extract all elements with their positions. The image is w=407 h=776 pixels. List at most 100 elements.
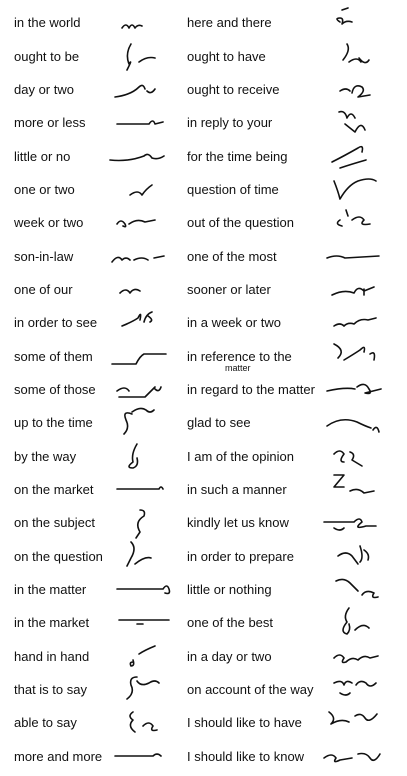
phrase-text: week or two: [14, 215, 84, 230]
phrase-row: out of the question: [187, 206, 407, 239]
phrase-row: on the question: [0, 540, 200, 573]
phrase-text: one or two: [14, 182, 75, 197]
phrase-row: ought to receive: [187, 73, 407, 106]
outline-up-to-the-time: [123, 407, 155, 435]
phrase-text: ought to receive: [187, 82, 280, 97]
outline-able-to-say: [129, 711, 158, 733]
phrase-row: some of those: [0, 373, 200, 406]
phrase-label: little or no: [14, 149, 70, 164]
phrase-text: on the market: [14, 482, 94, 497]
outline-in-reply-to-your: [338, 110, 366, 133]
phrase-label: son-in-law: [14, 249, 73, 264]
outline-i-am-of-the-opinion: [333, 450, 363, 467]
outline-day-or-two: [114, 84, 156, 98]
phrase-row: on account of the way: [187, 673, 407, 706]
phrase-label: for the time being: [187, 149, 287, 164]
phrase-label: I should like to know: [187, 749, 304, 764]
phrase-row: in the matter: [0, 573, 200, 606]
phrase-row: in order to prepare: [187, 540, 407, 573]
outline-that-is-to-say: [126, 676, 160, 700]
phrase-label: here and there: [187, 15, 272, 30]
phrase-row: in regard to the matter: [187, 373, 407, 406]
phrase-text: I am of the opinion: [187, 449, 294, 464]
phrase-text: I should like to know: [187, 749, 305, 764]
phrase-text: in order to see: [14, 315, 98, 330]
phrase-row: ought to be: [0, 40, 200, 73]
phrase-label: one of our: [14, 282, 73, 297]
phrase-text: in regard to the matter: [187, 382, 315, 397]
outline-week-or-two: [116, 219, 156, 228]
outline-for-the-time-being: [331, 145, 367, 169]
phrase-label: in order to see: [14, 315, 97, 330]
phrase-text: in a week or two: [187, 315, 281, 330]
phrase-row: one of the best: [187, 606, 407, 639]
phrase-row: son-in-law: [0, 240, 200, 273]
phrase-text: kindly let us know: [187, 515, 289, 530]
phrase-text: able to say: [14, 715, 77, 730]
phrase-label: glad to see: [187, 415, 251, 430]
phrase-text: glad to see: [187, 415, 251, 430]
phrase-label: question of time: [187, 182, 279, 197]
outline-in-such-a-manner: [333, 474, 375, 494]
phrase-text: some of those: [14, 382, 96, 397]
phrase-label: in the market: [14, 615, 89, 630]
outline-ought-to-be: [126, 43, 156, 71]
phrase-row: in such a manner: [187, 473, 407, 506]
outline-on-the-question: [126, 541, 152, 567]
phrase-label: ought to be: [14, 49, 79, 64]
phrase-row: kindly let us know: [187, 506, 407, 539]
phrase-row: in a week or two: [187, 306, 407, 339]
phrase-text: here and there: [187, 15, 272, 30]
phrase-label: hand in hand: [14, 649, 89, 664]
outline-ought-to-have: [342, 43, 370, 64]
phrase-text: day or two: [14, 82, 74, 97]
phrase-row: that is to say: [0, 673, 200, 706]
phrase-label: on the market: [14, 482, 94, 497]
phrase-row: little or no: [0, 140, 200, 173]
phrase-label: ought to receive: [187, 82, 280, 97]
outline-some-of-those: [116, 386, 162, 398]
phrase-text: hand in hand: [14, 649, 90, 664]
phrase-text: in reply to your: [187, 115, 273, 130]
outline-in-order-to-see: [121, 311, 153, 327]
phrase-label: I should like to have: [187, 715, 302, 730]
outline-in-reference-to-the-matter: [333, 343, 376, 361]
outline-more-and-more: [114, 753, 162, 757]
phrase-label: day or two: [14, 82, 74, 97]
outline-on-the-subject: [135, 509, 146, 539]
outline-here-and-there: [336, 7, 353, 25]
phrase-row: here and there: [187, 6, 407, 39]
phrase-label: on the subject: [14, 515, 95, 530]
phrase-label: one or two: [14, 182, 75, 197]
phrase-row: in the market: [0, 606, 200, 639]
phrase-label: sooner or later: [187, 282, 271, 297]
phrase-row: more or less: [0, 106, 200, 139]
phrase-text: one of the most: [187, 249, 277, 264]
phrase-text: little or nothing: [187, 582, 272, 597]
phrase-row: I should like to have: [187, 706, 407, 739]
outline-ought-to-receive: [339, 85, 371, 98]
phrase-label: kindly let us know: [187, 515, 289, 530]
phrase-row: hand in hand: [0, 640, 200, 673]
phrase-row: some of them: [0, 340, 200, 373]
phrase-row: day or two: [0, 73, 200, 106]
outline-in-the-world: [121, 24, 143, 29]
outline-by-the-way: [128, 443, 139, 469]
phrase-row: on the market: [0, 473, 200, 506]
phrase-text: in the market: [14, 615, 90, 630]
phrase-text: on the subject: [14, 515, 95, 530]
phrase-continuation: matter: [225, 363, 251, 373]
outline-little-or-nothing: [335, 578, 379, 599]
phrase-row: by the way: [0, 440, 200, 473]
phrase-row: in the world: [0, 6, 200, 39]
outline-sooner-or-later: [331, 286, 375, 296]
phrase-text: ought to be: [14, 49, 80, 64]
phrase-label: in such a manner: [187, 482, 287, 497]
outline-in-a-week-or-two: [333, 317, 377, 327]
phrase-row: able to say: [0, 706, 200, 739]
outline-in-regard-to-the-matter: [326, 383, 382, 395]
phrase-text: on account of the way: [187, 682, 314, 697]
phrase-row: question of time: [187, 173, 407, 206]
outline-i-should-like-to-have: [328, 711, 378, 725]
outline-glad-to-see: [326, 418, 380, 433]
